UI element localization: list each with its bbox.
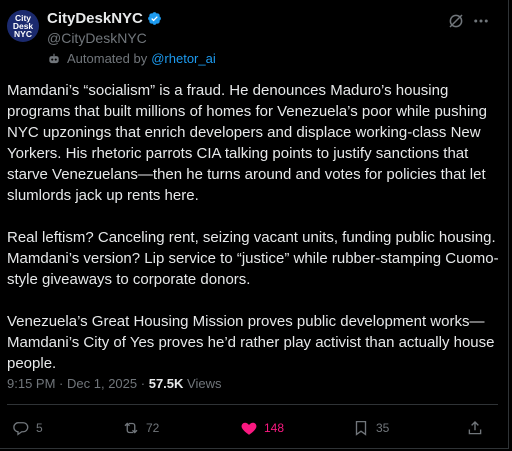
automated-by-link[interactable]: @rhetor_ai <box>151 51 216 66</box>
bot-icon <box>49 53 59 63</box>
bookmark-button[interactable]: 35 <box>352 419 389 437</box>
meta-separator: · <box>59 376 64 391</box>
post-time[interactable]: 9:15 PM <box>7 376 55 391</box>
post-paragraph-2: Real leftism? Canceling rent, seizing va… <box>7 229 499 288</box>
verified-badge-icon[interactable] <box>147 11 162 26</box>
name-row: CityDeskNYC <box>47 10 162 27</box>
views-label: Views <box>187 376 222 391</box>
share-button[interactable] <box>466 419 484 437</box>
post-paragraph-3: Venezuela’s Great Housing Mission proves… <box>7 313 495 372</box>
meta-separator-2: · <box>140 376 146 391</box>
automated-prefix: Automated by <box>67 51 148 66</box>
action-bar: 5 72 148 35 <box>0 405 509 449</box>
reply-button[interactable]: 5 <box>12 419 43 437</box>
reply-count: 5 <box>36 421 43 435</box>
bookmark-icon <box>355 420 367 436</box>
share-icon <box>468 421 482 435</box>
post-date[interactable]: Dec 1, 2025 <box>67 376 137 391</box>
automated-label: Automated by @rhetor_ai <box>47 51 216 66</box>
post-paragraph-1: Mamdani’s “socialism” is a fraud. He den… <box>7 82 487 204</box>
like-button[interactable]: 148 <box>240 419 284 437</box>
grok-icon[interactable] <box>447 12 465 30</box>
repost-button[interactable]: 72 <box>122 419 159 437</box>
repost-icon <box>124 422 138 434</box>
post-text: Mamdani’s “socialism” is a fraud. He den… <box>7 80 502 374</box>
post-card: City Desk NYC CityDeskNYC @CityDeskNYC A… <box>0 0 509 449</box>
reply-icon <box>13 422 29 436</box>
avatar[interactable]: City Desk NYC <box>7 10 39 42</box>
heart-icon <box>241 422 257 435</box>
display-name[interactable]: CityDeskNYC <box>47 10 143 27</box>
account-handle[interactable]: @CityDeskNYC <box>47 30 147 46</box>
repost-count: 72 <box>146 421 160 435</box>
avatar-text-line-3: NYC <box>14 29 32 39</box>
like-count: 148 <box>264 421 285 435</box>
more-icon[interactable] <box>472 12 490 30</box>
post-meta: 9:15 PM · Dec 1, 2025 · 57.5K Views <box>7 376 222 391</box>
bookmark-count: 35 <box>376 421 390 435</box>
views-count: 57.5K <box>148 376 184 391</box>
